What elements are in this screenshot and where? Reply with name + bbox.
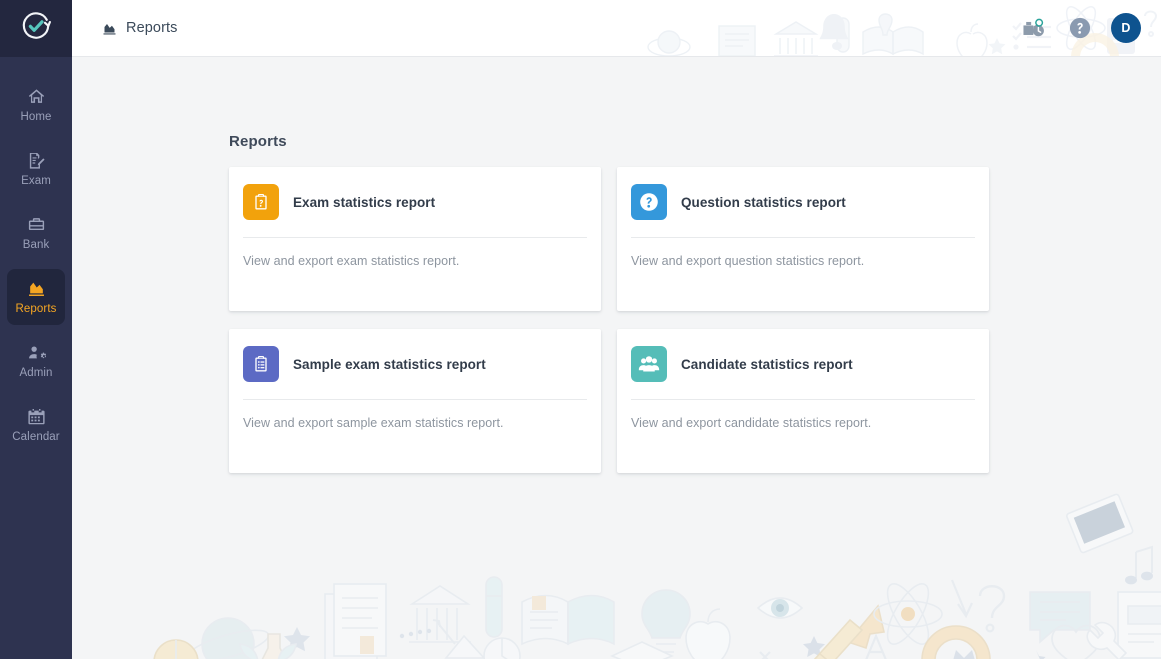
question-circle-icon <box>631 184 667 220</box>
sidebar-item-calendar[interactable]: Calendar <box>7 397 65 453</box>
avatar-initial: D <box>1121 21 1131 35</box>
exam-icon <box>27 151 46 171</box>
sidebar-item-label: Home <box>20 111 52 123</box>
sidebar-item-admin[interactable]: Admin <box>7 333 65 389</box>
clipboard-list-icon <box>243 346 279 382</box>
card-header: Sample exam statistics report <box>243 346 587 399</box>
bank-icon <box>27 215 46 235</box>
card-header: Candidate statistics report <box>631 346 975 399</box>
content-area: Reports Exam statistics report View and … <box>72 57 1161 659</box>
sidebar-item-label: Calendar <box>12 431 60 443</box>
report-card-exam-statistics[interactable]: Exam statistics report View and export e… <box>229 167 601 311</box>
sidebar-item-label: Exam <box>21 175 51 187</box>
reports-icon <box>27 279 46 299</box>
help-icon[interactable] <box>1065 13 1095 43</box>
card-header: Exam statistics report <box>243 184 587 237</box>
card-title: Candidate statistics report <box>681 356 853 372</box>
proctor-icon[interactable] <box>1019 13 1049 43</box>
sidebar-item-label: Reports <box>15 303 57 315</box>
report-card-candidate-statistics[interactable]: Candidate statistics report View and exp… <box>617 329 989 473</box>
sidebar-item-exam[interactable]: Exam <box>7 141 65 197</box>
report-card-sample-exam-statistics[interactable]: Sample exam statistics report View and e… <box>229 329 601 473</box>
report-card-grid: Exam statistics report View and export e… <box>229 167 989 473</box>
breadcrumb: Reports <box>72 20 177 36</box>
content-inner: Reports Exam statistics report View and … <box>72 57 1161 473</box>
sidebar-item-label: Bank <box>22 239 50 251</box>
card-description: View and export sample exam statistics r… <box>243 416 504 430</box>
app-root: Home Exam Bank Reports Admin Calendar Re… <box>0 0 1161 659</box>
calendar-icon <box>27 407 46 427</box>
section-title: Reports <box>229 133 287 150</box>
card-title: Exam statistics report <box>293 194 436 210</box>
avatar[interactable]: D <box>1111 13 1141 43</box>
admin-icon <box>27 343 46 363</box>
report-card-question-statistics[interactable]: Question statistics report View and expo… <box>617 167 989 311</box>
sidebar-nav: Home Exam Bank Reports Admin Calendar <box>0 57 72 461</box>
sidebar: Home Exam Bank Reports Admin Calendar <box>0 0 72 659</box>
card-description: View and export question statistics repo… <box>631 254 865 268</box>
sidebar-item-reports[interactable]: Reports <box>7 269 65 325</box>
app-logo[interactable] <box>0 0 72 57</box>
card-description: View and export exam statistics report. <box>243 254 460 268</box>
circular-check-logo-icon <box>21 11 51 46</box>
card-description: View and export candidate statistics rep… <box>631 416 872 430</box>
topbar-actions: D <box>1019 13 1161 43</box>
sidebar-item-bank[interactable]: Bank <box>7 205 65 261</box>
topbar: Reports D <box>72 0 1161 57</box>
chart-icon <box>102 21 117 36</box>
clipboard-question-icon <box>243 184 279 220</box>
main-area: Reports D Reports Exam statistics report… <box>72 0 1161 659</box>
card-header: Question statistics report <box>631 184 975 237</box>
home-icon <box>27 87 46 107</box>
sidebar-item-label: Admin <box>19 367 53 379</box>
sidebar-item-home[interactable]: Home <box>7 77 65 133</box>
background-doodle-watermark <box>153 493 1161 659</box>
card-title: Question statistics report <box>681 194 846 210</box>
users-group-icon <box>631 346 667 382</box>
page-title: Reports <box>126 20 178 36</box>
card-title: Sample exam statistics report <box>293 356 486 372</box>
